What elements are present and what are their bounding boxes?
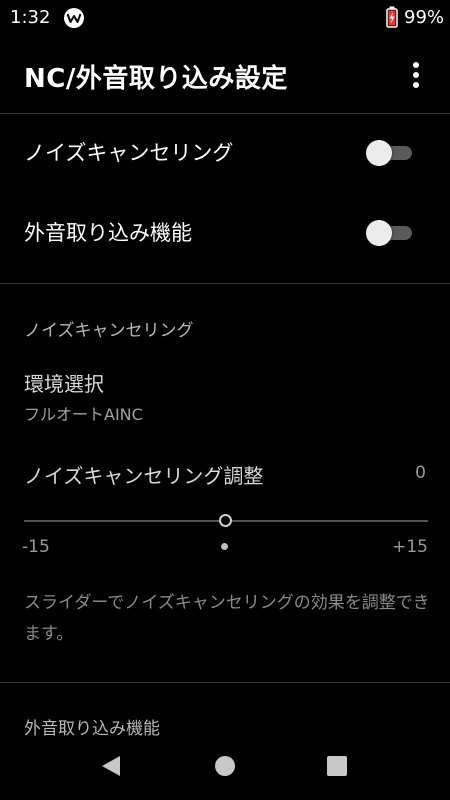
divider	[0, 283, 450, 284]
status-time: 1:32	[10, 7, 51, 28]
status-bar: 1:32 99%	[0, 0, 450, 36]
app-bar: NC/外音取り込み設定	[0, 36, 450, 112]
slider-max-label: +15	[392, 537, 428, 557]
switch-thumb	[366, 220, 392, 246]
nc-adjust-title: ノイズキャンセリング調整	[24, 464, 264, 488]
more-options-icon[interactable]	[404, 58, 428, 92]
battery-percentage: 99%	[404, 7, 445, 28]
noise-cancelling-toggle-label: ノイズキャンセリング	[24, 141, 234, 165]
nc-adjust-description: スライダーでノイズキャンセリングの効果を調整できます。	[24, 593, 430, 644]
ambient-section-header: 外音取り込み機能	[24, 719, 160, 739]
page-title: NC/外音取り込み設定	[24, 64, 288, 94]
nc-adjust-value: 0	[415, 463, 426, 483]
walkman-icon	[64, 8, 84, 28]
battery-charging-icon	[386, 6, 398, 28]
ambient-sound-toggle-label: 外音取り込み機能	[24, 221, 192, 245]
switch-thumb	[366, 140, 392, 166]
noise-cancelling-switch[interactable]	[366, 139, 412, 167]
slider-center-mark	[221, 543, 228, 550]
nc-adjust-slider[interactable]	[24, 508, 428, 534]
slider-min-label: -15	[22, 537, 50, 557]
home-icon[interactable]	[215, 756, 235, 776]
ambient-sound-switch[interactable]	[366, 219, 412, 247]
noise-cancelling-toggle-row[interactable]: ノイズキャンセリング	[0, 113, 450, 193]
ambient-sound-toggle-row[interactable]: 外音取り込み機能	[0, 193, 450, 273]
noise-cancelling-section-header: ノイズキャンセリング	[24, 321, 194, 341]
environment-select-value: フルオートAINC	[24, 405, 143, 424]
divider	[0, 682, 450, 683]
navigation-bar	[0, 738, 450, 800]
slider-thumb[interactable]	[219, 514, 232, 527]
back-icon[interactable]	[100, 754, 122, 782]
environment-select-title: 環境選択	[24, 372, 104, 396]
recents-icon[interactable]	[327, 756, 347, 776]
